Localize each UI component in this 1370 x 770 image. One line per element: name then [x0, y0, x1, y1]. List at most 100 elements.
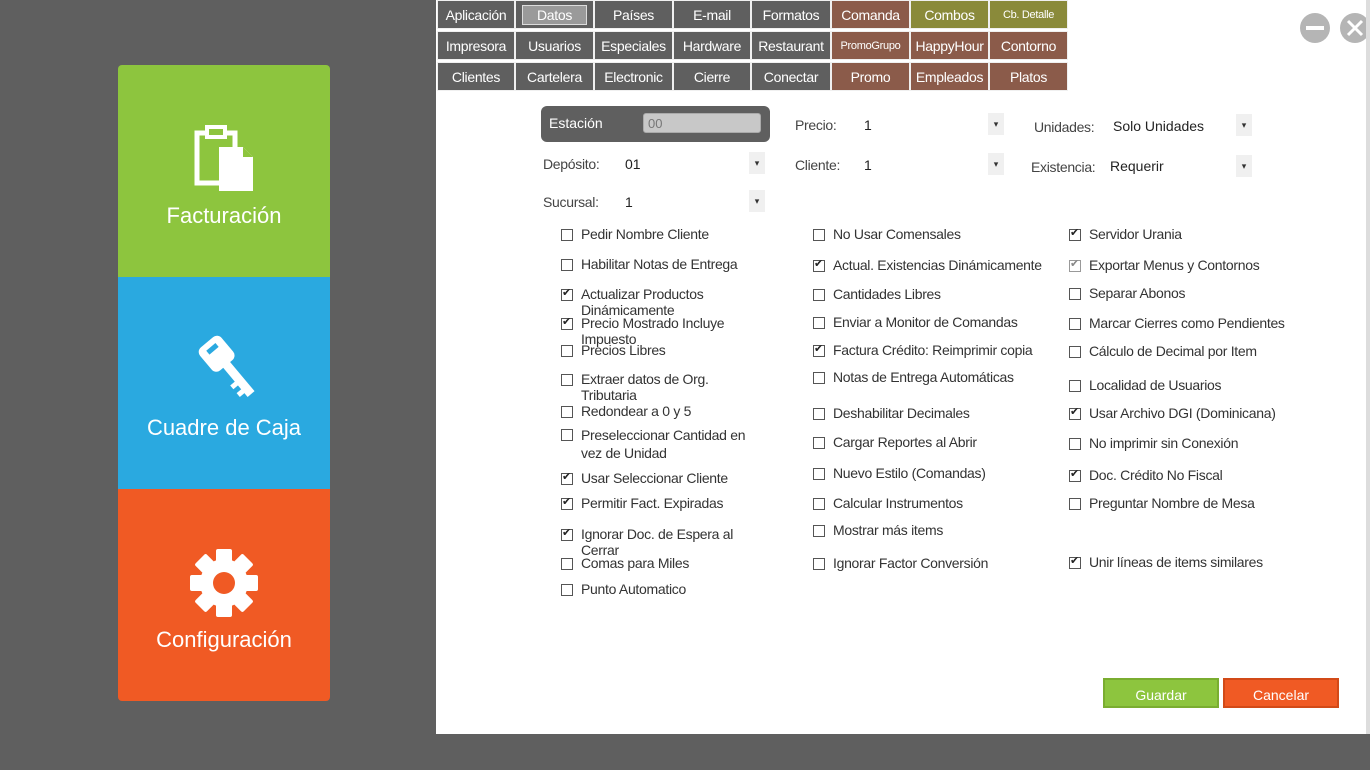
tab-datos[interactable]: Datos: [515, 0, 594, 29]
checkbox[interactable]: [813, 317, 825, 329]
checkbox-row[interactable]: Preseleccionar Cantidad en vez de Unidad: [561, 426, 761, 462]
checkbox-row[interactable]: Ignorar Factor Conversión: [813, 555, 1053, 571]
checkbox[interactable]: [1069, 226, 1081, 241]
checkbox-row[interactable]: Actual. Existencias Dinámicamente: [813, 257, 1053, 273]
tab-usuarios[interactable]: Usuarios: [515, 31, 594, 60]
sucursal-dropdown-icon[interactable]: ▾: [749, 190, 765, 212]
checkbox[interactable]: [561, 345, 573, 357]
tab-empleados[interactable]: Empleados: [910, 62, 989, 91]
checkbox[interactable]: [813, 372, 825, 384]
checkbox[interactable]: [813, 229, 825, 241]
checkbox-row[interactable]: Extraer datos de Org. Tributaria: [561, 371, 761, 403]
checkbox-row[interactable]: Factura Crédito: Reimprimir copia: [813, 342, 1053, 358]
checkbox-row[interactable]: Usar Archivo DGI (Dominicana): [1069, 405, 1299, 421]
facturacion-tile[interactable]: Facturación: [118, 65, 330, 277]
scrollbar[interactable]: [1366, 0, 1370, 734]
checkbox[interactable]: [561, 259, 573, 271]
tab-comanda[interactable]: Comanda: [831, 0, 910, 29]
checkbox-row[interactable]: Redondear a 0 y 5: [561, 403, 761, 419]
existencia-dropdown-icon[interactable]: ▾: [1236, 155, 1252, 177]
checkbox-row[interactable]: Nuevo Estilo (Comandas): [813, 465, 1053, 481]
cancelar-button[interactable]: Cancelar: [1223, 678, 1339, 708]
checkbox-row[interactable]: Preguntar Nombre de Mesa: [1069, 495, 1299, 511]
checkbox[interactable]: [1069, 498, 1081, 510]
checkbox-row[interactable]: Marcar Cierres como Pendientes: [1069, 315, 1299, 331]
checkbox[interactable]: [813, 468, 825, 480]
checkbox[interactable]: [1069, 554, 1081, 569]
checkbox[interactable]: [1069, 380, 1081, 392]
unidades-dropdown-icon[interactable]: ▾: [1236, 114, 1252, 136]
checkbox-row[interactable]: Mostrar más items: [813, 522, 1053, 538]
checkbox[interactable]: [561, 286, 573, 301]
checkbox-row[interactable]: Actualizar Productos Dinámicamente: [561, 286, 761, 318]
tab-hardware[interactable]: Hardware: [673, 31, 751, 60]
tab-combos[interactable]: Combos: [910, 0, 989, 29]
tab-happyhour[interactable]: HappyHour: [910, 31, 989, 60]
sucursal-select[interactable]: 1: [625, 194, 633, 210]
checkbox[interactable]: [813, 498, 825, 510]
tab-contorno[interactable]: Contorno: [989, 31, 1068, 60]
checkbox[interactable]: [1069, 257, 1081, 272]
checkbox[interactable]: [561, 374, 573, 386]
minimize-button[interactable]: [1300, 13, 1330, 43]
guardar-button[interactable]: Guardar: [1103, 678, 1219, 708]
checkbox[interactable]: [813, 408, 825, 420]
cliente-select[interactable]: 1: [864, 157, 872, 173]
tab-conectar[interactable]: Conectar: [751, 62, 831, 91]
checkbox-row[interactable]: Doc. Crédito No Fiscal: [1069, 467, 1299, 483]
checkbox[interactable]: [1069, 318, 1081, 330]
tab-clientes[interactable]: Clientes: [437, 62, 515, 91]
precio-dropdown-icon[interactable]: ▾: [988, 113, 1004, 135]
checkbox-row[interactable]: Cantidades Libres: [813, 286, 1053, 302]
checkbox-row[interactable]: Exportar Menus y Contornos: [1069, 257, 1299, 273]
checkbox[interactable]: [561, 229, 573, 241]
tab-restaurant[interactable]: Restaurant: [751, 31, 831, 60]
checkbox-row[interactable]: Punto Automatico: [561, 581, 761, 597]
tab-formatos[interactable]: Formatos: [751, 0, 831, 29]
checkbox[interactable]: [561, 526, 573, 541]
tab-especiales[interactable]: Especiales: [594, 31, 673, 60]
checkbox-row[interactable]: Habilitar Notas de Entrega: [561, 256, 761, 272]
checkbox-row[interactable]: Notas de Entrega Automáticas: [813, 369, 1053, 385]
cuadre-caja-tile[interactable]: Cuadre de Caja: [118, 277, 330, 489]
checkbox-row[interactable]: Calcular Instrumentos: [813, 495, 1053, 511]
deposito-dropdown-icon[interactable]: ▾: [749, 152, 765, 174]
tab-impresora[interactable]: Impresora: [437, 31, 515, 60]
tab-platos[interactable]: Platos: [989, 62, 1068, 91]
tab-cb-detalle[interactable]: Cb. Detalle: [989, 0, 1068, 29]
checkbox[interactable]: [813, 525, 825, 537]
deposito-select[interactable]: 01: [625, 156, 641, 172]
tab-cierre[interactable]: Cierre: [673, 62, 751, 91]
checkbox-row[interactable]: No Usar Comensales: [813, 226, 1053, 242]
checkbox-row[interactable]: No imprimir sin Conexión: [1069, 435, 1299, 451]
checkbox[interactable]: [1069, 405, 1081, 420]
checkbox[interactable]: [813, 342, 825, 357]
checkbox-row[interactable]: Permitir Fact. Expiradas: [561, 495, 761, 511]
checkbox-row[interactable]: Ignorar Doc. de Espera al Cerrar: [561, 526, 761, 558]
checkbox-row[interactable]: Comas para Miles: [561, 555, 761, 571]
checkbox[interactable]: [561, 495, 573, 510]
tab-promogrupo[interactable]: PromoGrupo: [831, 31, 910, 60]
precio-select[interactable]: 1: [864, 117, 872, 133]
unidades-select[interactable]: Solo Unidades: [1113, 118, 1204, 134]
tab-pa-ses[interactable]: Países: [594, 0, 673, 29]
checkbox-row[interactable]: Servidor Urania: [1069, 226, 1299, 242]
checkbox-row[interactable]: Precios Libres: [561, 342, 761, 358]
cliente-dropdown-icon[interactable]: ▾: [988, 153, 1004, 175]
checkbox[interactable]: [813, 558, 825, 570]
checkbox-row[interactable]: Cálculo de Decimal por Item: [1069, 343, 1299, 359]
checkbox[interactable]: [561, 315, 573, 330]
tab-aplicaci-n[interactable]: Aplicación: [437, 0, 515, 29]
tab-electronic[interactable]: Electronic: [594, 62, 673, 91]
checkbox[interactable]: [561, 470, 573, 485]
checkbox-row[interactable]: Cargar Reportes al Abrir: [813, 434, 1053, 450]
estacion-input[interactable]: 00: [643, 113, 761, 133]
checkbox[interactable]: [813, 289, 825, 301]
tab-cartelera[interactable]: Cartelera: [515, 62, 594, 91]
checkbox[interactable]: [561, 558, 573, 570]
checkbox[interactable]: [1069, 467, 1081, 482]
checkbox-row[interactable]: Separar Abonos: [1069, 285, 1299, 301]
checkbox[interactable]: [561, 584, 573, 596]
existencia-select[interactable]: Requerir: [1110, 158, 1164, 174]
tab-promo[interactable]: Promo: [831, 62, 910, 91]
